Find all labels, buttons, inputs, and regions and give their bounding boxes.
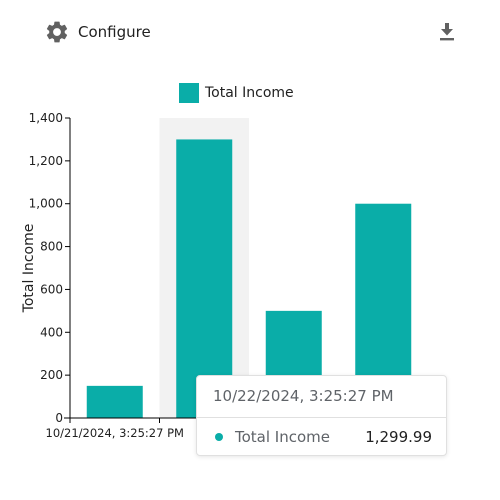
y-tick-label: 1,200	[29, 154, 63, 168]
tooltip-series-dot	[215, 433, 223, 441]
tooltip-row: Total Income 1,299.99	[197, 418, 446, 457]
tooltip-value: 1,299.99	[365, 428, 432, 446]
y-tick-label: 1,000	[29, 197, 63, 211]
y-axis-title: Total Income	[21, 224, 37, 314]
y-tick-label: 200	[40, 368, 63, 382]
y-tick-label: 0	[55, 411, 63, 425]
tooltip-series-name: Total Income	[235, 428, 330, 446]
y-tick-label: 1,400	[29, 111, 63, 125]
tooltip-title: 10/22/2024, 3:25:27 PM	[197, 376, 446, 418]
y-tick-label: 400	[40, 325, 63, 339]
bar[interactable]	[86, 385, 143, 418]
y-tick-label: 800	[40, 240, 63, 254]
y-tick-label: 600	[40, 282, 63, 296]
x-tick-label: 10/21/2024, 3:25:27 PM	[46, 426, 184, 440]
chart-tooltip: 10/22/2024, 3:25:27 PM Total Income 1,29…	[196, 375, 447, 456]
